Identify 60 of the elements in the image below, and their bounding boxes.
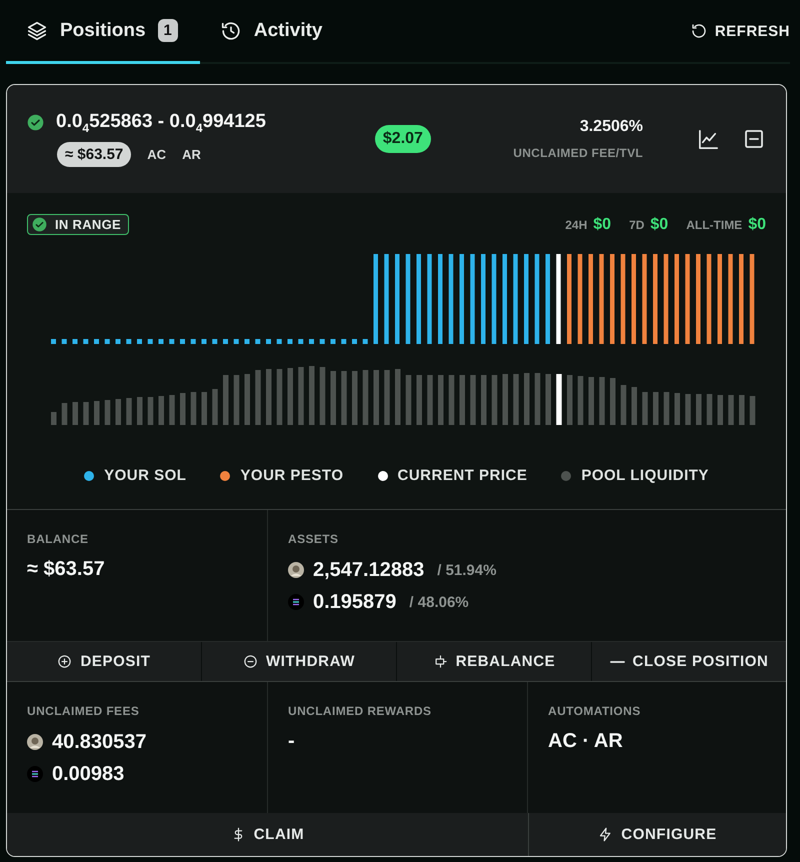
balance-label: BALANCE [27,532,90,546]
unclaimed-fees-label: UNCLAIMED FEES [27,704,140,718]
fee-tvl-value: 3.2506% [580,118,643,136]
period-label: 24H [565,218,588,232]
token-share: / 48.06% [409,594,469,610]
tab[interactable]: Positions 1 [6,0,200,64]
check-circle-icon [27,114,44,131]
legend-label: YOUR PESTO [240,467,344,484]
automations-value: AC · AR [548,730,624,753]
lightning-icon [598,827,614,842]
line-chart-icon [697,128,720,150]
token-icon [288,594,304,610]
period-label: ALL-TIME [686,218,742,232]
token-icon [27,734,43,750]
token-share: / 51.94% [437,562,496,578]
history-icon [220,20,242,42]
unclaimed-rewards-value: - [288,730,296,753]
layers-icon [26,20,48,42]
action-button[interactable]: DEPOSIT [7,642,201,681]
automation-tag: AC [147,147,166,162]
legend-label: POOL LIQUIDITY [581,467,709,484]
token-amount: 2,547.12883 [313,558,424,582]
action-button[interactable]: CLOSE POSITION [592,642,786,681]
token-icon [27,766,43,782]
tab[interactable]: Activity [200,0,344,64]
unclaimed-rewards-label: UNCLAIMED REWARDS [288,704,432,718]
earnings-value: $0 [650,216,668,234]
token-amount: 0.00983 [52,762,124,786]
check-circle-icon [32,217,47,232]
refresh-button[interactable]: REFRESH [690,0,790,62]
plus-circle-icon [57,654,72,669]
earnings-value: $0 [593,216,612,234]
price-range: 0.0$_{4}$525863 - 0.0$_{4}$994125 [56,110,266,134]
legend-label: YOUR SOL [104,467,186,484]
action-button[interactable]: WITHDRAW [202,642,396,681]
earnings-value: $0 [748,216,766,234]
fee-tvl-label: UNCLAIMED FEE/TVL [513,146,643,160]
token-amount: 0.195879 [313,590,396,614]
action-button[interactable]: CONFIGURE [529,813,786,856]
automations-label: AUTOMATIONS [548,704,642,718]
minus-circle-icon [243,654,258,669]
assets-label: ASSETS [288,532,340,546]
legend-label: CURRENT PRICE [398,467,528,484]
fee-badge: $2.07 [374,125,431,153]
minus-icon [610,660,625,664]
count-badge: 1 [158,19,178,42]
action-button[interactable]: CLAIM [7,813,528,856]
rebalance-icon [432,654,448,669]
in-range-badge: IN RANGE [27,214,129,235]
position-value: ≈ $63.57 [57,142,132,168]
action-button[interactable]: REBALANCE [397,642,591,681]
period-label: 7D [629,218,644,232]
balance-value: ≈ $63.57 [27,558,106,581]
chart-button[interactable] [697,128,720,150]
refresh-icon [690,22,708,40]
token-icon [288,562,304,578]
automation-tag: AR [182,147,201,162]
collapse-button[interactable] [742,127,766,151]
minus-square-icon [742,127,766,151]
token-amount: 40.830537 [52,730,147,754]
